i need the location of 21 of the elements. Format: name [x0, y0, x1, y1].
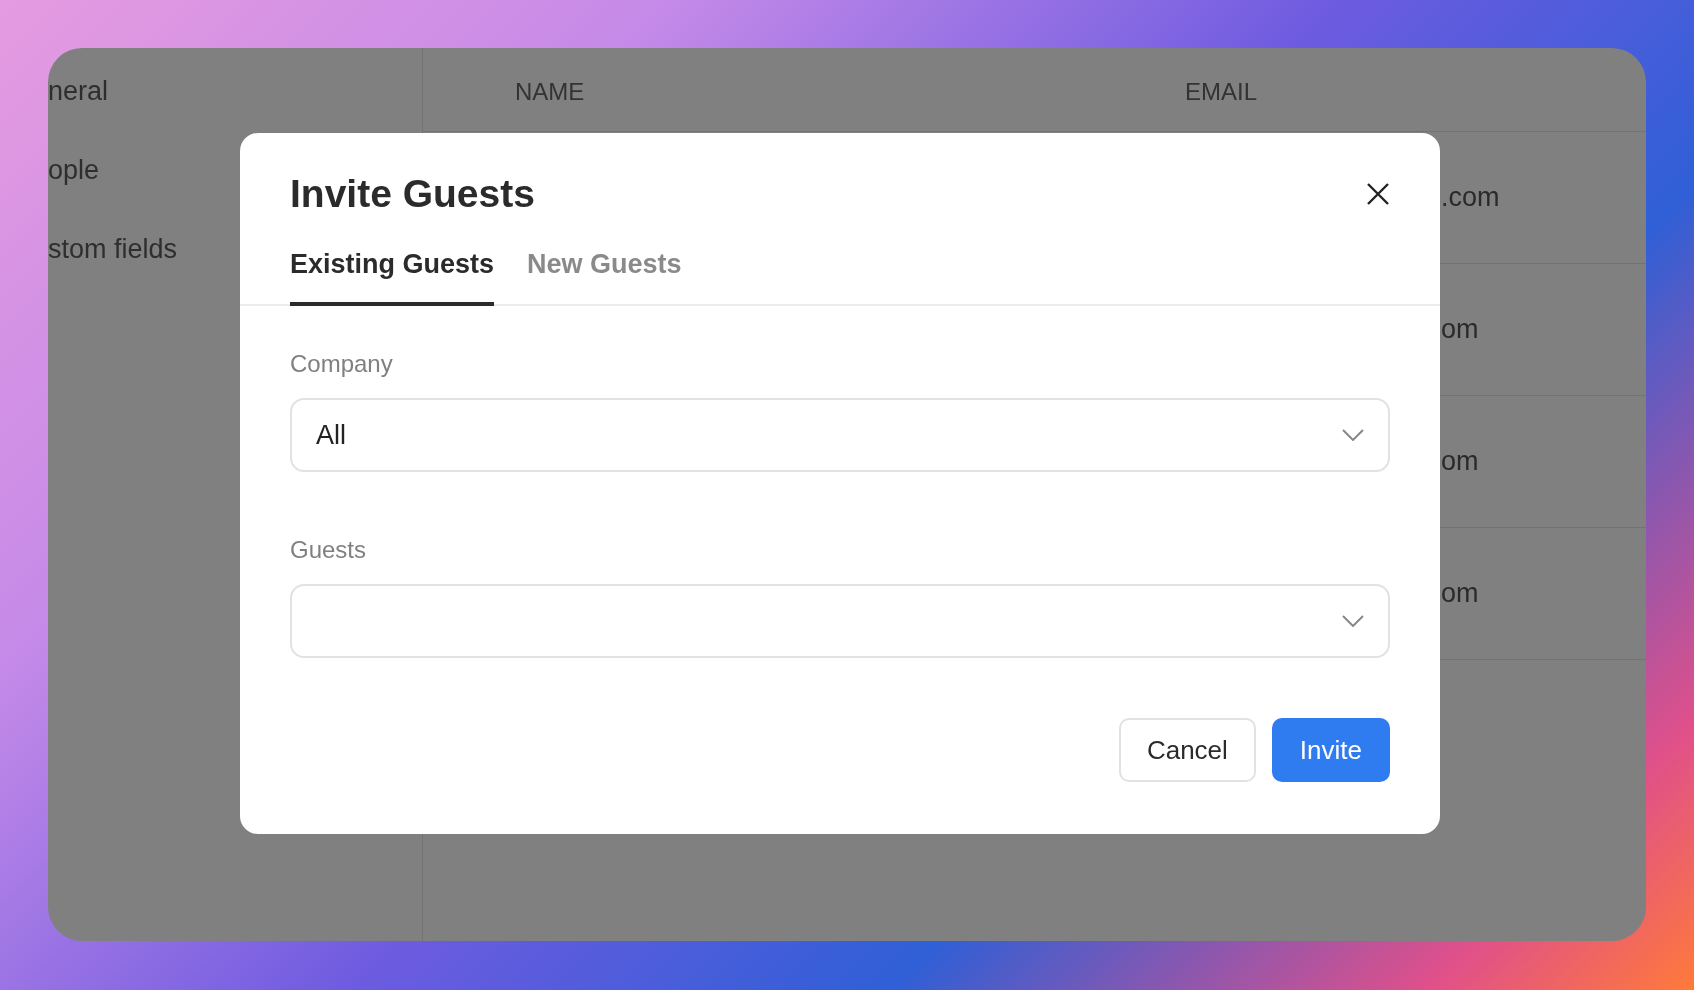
sidebar-item[interactable]: ople [48, 155, 100, 185]
column-header: NAME [515, 77, 585, 105]
invite-button[interactable]: Invite [1271, 718, 1390, 783]
field-label: Guests [290, 535, 368, 566]
tab[interactable]: Existing Guests [290, 243, 495, 307]
select-field[interactable] [290, 584, 1390, 659]
table-cell-text: om [1441, 313, 1479, 347]
sidebar-item[interactable]: stom fields [48, 234, 178, 264]
chevron-down-icon [1342, 615, 1364, 628]
field-label: Company [290, 349, 394, 380]
tab[interactable]: New Guests [527, 243, 682, 307]
chevron-down-icon [1342, 429, 1364, 442]
sidebar-item[interactable]: neral [48, 76, 109, 106]
dialog-title: Invite Guests [290, 171, 535, 217]
cancel-button[interactable]: Cancel [1118, 718, 1256, 783]
close-icon[interactable] [1366, 182, 1390, 207]
table-cell-text: .com [1441, 181, 1500, 215]
table-cell-text: om [1441, 577, 1479, 611]
column-header: EMAIL [1185, 77, 1258, 105]
table-cell-text: om [1441, 445, 1479, 479]
select-field[interactable]: All [290, 398, 1390, 473]
